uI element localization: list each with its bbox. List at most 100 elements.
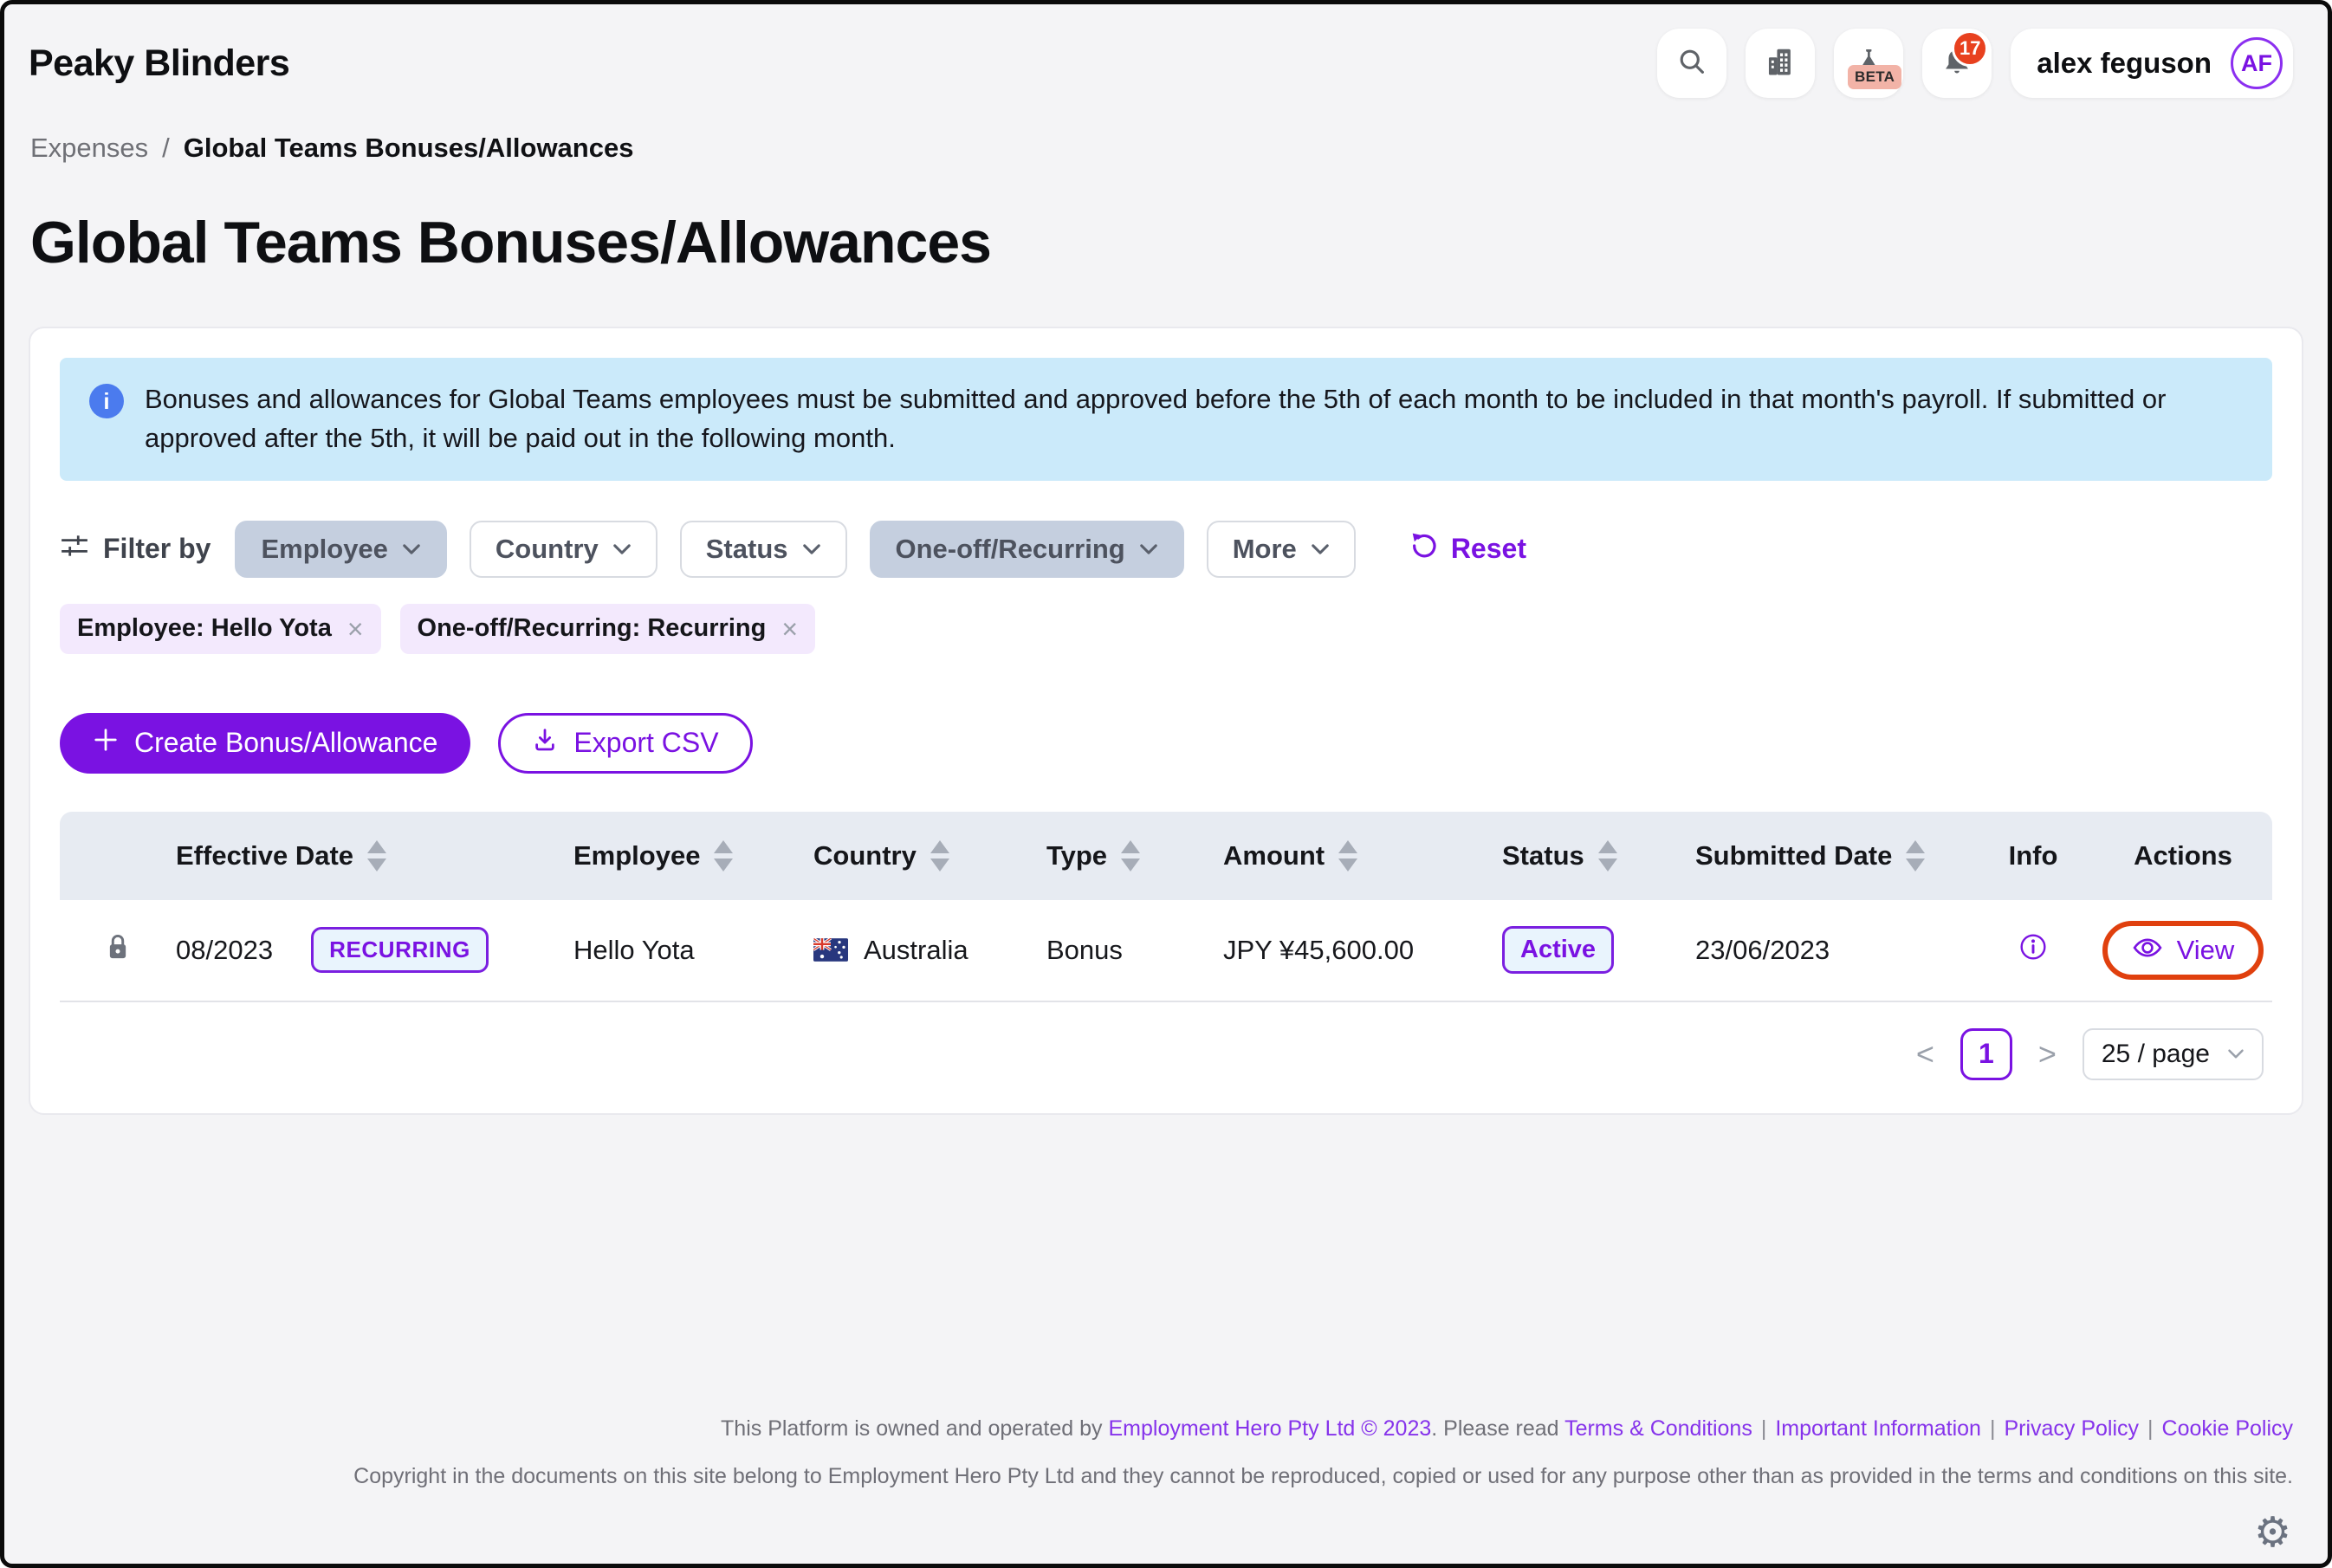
organisation-button[interactable] [1746,29,1815,98]
col-header-type[interactable]: Type [1046,840,1223,871]
chevron-down-icon [2227,1048,2245,1059]
sort-icon[interactable] [1598,840,1617,871]
building-icon [1764,45,1797,82]
sort-icon[interactable] [930,840,949,871]
create-bonus-allowance-button[interactable]: Create Bonus/Allowance [60,713,470,774]
sort-icon[interactable] [367,840,386,871]
chevron-down-icon [612,543,632,555]
close-icon[interactable]: × [347,615,364,643]
sort-icon[interactable] [1906,840,1925,871]
col-header-status[interactable]: Status [1502,840,1695,871]
gear-icon[interactable]: ⚙ [2254,1508,2291,1557]
user-menu-button[interactable]: alex feguson AF [2011,29,2293,98]
chevron-down-icon [802,543,821,555]
breadcrumb-expenses-link[interactable]: Expenses [30,133,148,164]
chevron-down-icon [402,543,421,555]
search-button[interactable] [1657,29,1726,98]
recurring-badge: RECURRING [311,927,489,973]
sort-icon[interactable] [1121,840,1140,871]
company-name: Peaky Blinders [29,29,289,85]
country-cell: Australia [813,935,1046,966]
breadcrumb-separator: / [162,133,170,164]
filter-more-dropdown[interactable]: More [1207,521,1356,578]
previous-page-icon[interactable]: < [1911,1036,1940,1072]
beta-badge: BETA [1848,65,1901,89]
filter-employee-dropdown[interactable]: Employee [235,521,446,578]
next-page-icon[interactable]: > [2033,1036,2062,1072]
footer-company-link[interactable]: Employment Hero Pty Ltd © 2023 [1108,1416,1431,1441]
action-buttons: Create Bonus/Allowance Export CSV [60,713,2272,774]
sort-icon[interactable] [1338,840,1357,871]
effective-date-cell: 08/2023 RECURRING [176,927,573,973]
col-header-effective-date[interactable]: Effective Date [176,840,573,871]
filter-by-label: Filter by [60,533,211,566]
info-cell [1972,933,2094,968]
topbar: Peaky Blinders [4,4,2328,98]
pagination: < 1 > 25 / page [60,1002,2272,1113]
lock-icon [106,933,130,968]
footer-important-info-link[interactable]: Important Information [1775,1416,1981,1441]
sliders-icon [60,533,89,566]
status-cell: Active [1502,926,1695,974]
col-header-actions: Actions [2094,840,2272,871]
current-page-button[interactable]: 1 [1960,1028,2012,1080]
filter-status-dropdown[interactable]: Status [680,521,847,578]
info-icon: i [89,384,124,418]
plus-icon [93,727,119,760]
footer-separator: | [2147,1416,2154,1441]
breadcrumb-current: Global Teams Bonuses/Allowances [184,133,634,164]
search-icon [1676,46,1707,81]
footer-separator: | [1761,1416,1767,1441]
filter-row: Filter by Employee Country Status One-of… [60,521,2272,578]
submitted-date-cell: 23/06/2023 [1695,935,1972,966]
info-banner-text: Bonuses and allowances for Global Teams … [145,380,2243,458]
view-button[interactable]: View [2102,921,2264,980]
reset-icon [1409,531,1439,567]
table-row: 08/2023 RECURRING Hello Yota [60,900,2272,1002]
filter-country-dropdown[interactable]: Country [470,521,657,578]
notifications-button[interactable]: 17 [1922,29,1992,98]
labs-button[interactable]: BETA [1834,29,1903,98]
employee-cell: Hello Yota [573,935,813,966]
breadcrumb: Expenses / Global Teams Bonuses/Allowanc… [4,98,2328,164]
footer-line-2: Copyright in the documents on this site … [4,1464,2293,1489]
export-csv-button[interactable]: Export CSV [498,713,752,774]
page-title: Global Teams Bonuses/Allowances [4,164,2328,276]
footer-line-1: This Platform is owned and operated by E… [4,1416,2293,1442]
col-header-submitted-date[interactable]: Submitted Date [1695,840,1972,871]
actions-cell: View [2094,921,2272,980]
chip-employee-hello-yota[interactable]: Employee: Hello Yota × [60,604,381,654]
lock-cell [60,933,176,968]
row-info-icon[interactable] [2019,933,2047,968]
type-cell: Bonus [1046,935,1223,966]
info-banner: i Bonuses and allowances for Global Team… [60,358,2272,481]
avatar: AF [2231,37,2283,89]
table-header-row: Effective Date Employee Country Type Amo… [60,812,2272,900]
footer-separator: | [1990,1416,1996,1441]
chevron-down-icon [1311,543,1330,555]
user-name: alex feguson [2037,47,2212,80]
footer-privacy-link[interactable]: Privacy Policy [2004,1416,2139,1441]
active-filter-chips: Employee: Hello Yota × One-off/Recurring… [60,604,2272,654]
bonuses-table: Effective Date Employee Country Type Amo… [60,812,2272,1113]
col-header-employee[interactable]: Employee [573,840,813,871]
page-size-select[interactable]: 25 / page [2083,1028,2264,1080]
filter-oneoff-recurring-dropdown[interactable]: One-off/Recurring [870,521,1184,578]
notification-count-badge: 17 [1952,30,1988,67]
sort-icon[interactable] [714,840,733,871]
app-window: Peaky Blinders [0,0,2332,1568]
footer-cookie-link[interactable]: Cookie Policy [2162,1416,2293,1441]
col-header-info: Info [1972,840,2094,871]
chevron-down-icon [1139,543,1158,555]
amount-cell: JPY ¥45,600.00 [1223,935,1502,966]
close-icon[interactable]: × [781,615,798,643]
status-badge: Active [1502,926,1614,974]
chip-oneoff-recurring[interactable]: One-off/Recurring: Recurring × [400,604,816,654]
col-header-country[interactable]: Country [813,840,1046,871]
topbar-actions: BETA 17 alex feguson AF [1657,29,2293,98]
download-icon [532,727,558,760]
footer-terms-link[interactable]: Terms & Conditions [1564,1416,1752,1441]
content-card: i Bonuses and allowances for Global Team… [29,327,2303,1115]
reset-filters-button[interactable]: Reset [1409,531,1526,567]
col-header-amount[interactable]: Amount [1223,840,1502,871]
